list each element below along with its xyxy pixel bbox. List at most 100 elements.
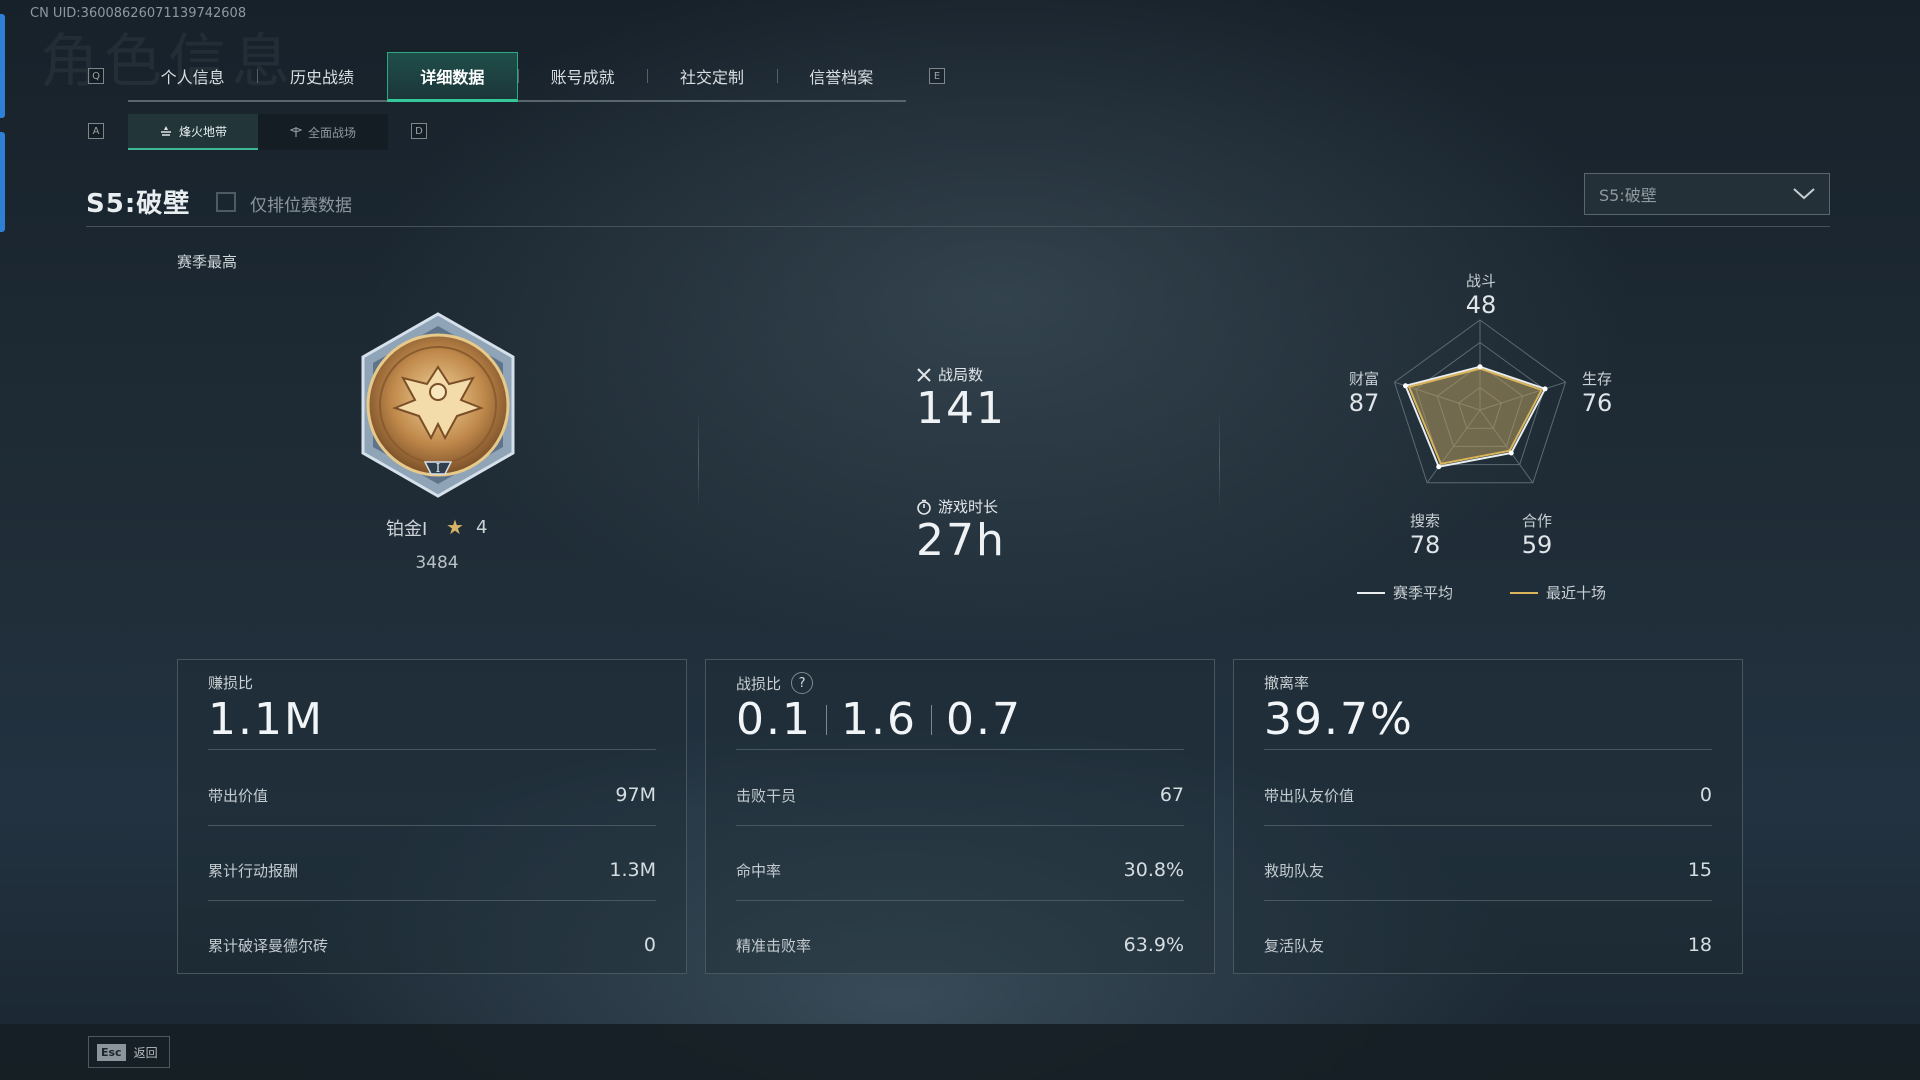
- legend-season-avg: 赛季平均: [1357, 582, 1453, 603]
- rank-score: 3484: [415, 553, 459, 573]
- uid-label: CN UID:36008626071139742608: [30, 6, 247, 21]
- tab-history[interactable]: 历史战绩: [257, 52, 386, 100]
- tab-achievements[interactable]: 账号成就: [517, 52, 647, 100]
- radar-point: [1403, 383, 1409, 389]
- ranked-only-label[interactable]: 仅排位赛数据: [250, 191, 352, 216]
- key-hint-prev-subtab: A: [88, 123, 104, 139]
- rank-emblem-icon: I: [345, 312, 531, 498]
- card-row: 精准击败率 63.9%: [736, 934, 1184, 956]
- ranked-only-checkbox[interactable]: [216, 192, 236, 212]
- subtab-operations[interactable]: 烽火地带: [128, 114, 258, 150]
- key-hint-prev-tab: Q: [88, 68, 104, 84]
- edge-indicator: [0, 132, 5, 232]
- card-main-value: 1.1M: [208, 694, 324, 745]
- matches-label: 战局数: [916, 364, 983, 385]
- card-row: 带出队友价值 0: [1264, 784, 1712, 806]
- row-label: 精准击败率: [736, 936, 812, 955]
- star-icon: ★: [446, 515, 464, 539]
- key-hint-next-tab: E: [929, 68, 945, 84]
- radar-label-survival: 生存: [1581, 370, 1612, 388]
- playtime-label: 游戏时长: [916, 496, 998, 517]
- row-value: 1.3M: [609, 859, 656, 881]
- row-label: 击败干员: [736, 786, 797, 805]
- edge-indicator: [0, 14, 5, 118]
- key-hint-next-subtab: D: [411, 123, 427, 139]
- season-dropdown-value: S5:破壁: [1599, 186, 1657, 205]
- legend-recent-ten: 最近十场: [1510, 582, 1606, 603]
- rank-tier: 铂金I: [386, 519, 428, 540]
- kd-value-2: 1.6: [840, 694, 917, 745]
- mode-tab-bar: 烽火地带 全面战场: [128, 114, 388, 150]
- playtime-value: 27h: [916, 515, 1006, 566]
- card-divider: [1264, 749, 1712, 750]
- season-high-label: 赛季最高: [177, 253, 238, 271]
- row-label: 复活队友: [1264, 936, 1325, 955]
- card-title-wrap: 战损比 ?: [736, 672, 814, 694]
- row-value: 18: [1687, 934, 1712, 956]
- crossed-swords-icon: [917, 367, 931, 382]
- card-row: 带出价值 97M: [208, 784, 656, 806]
- legend-line-season-avg: [1357, 591, 1385, 594]
- playtime-label-text: 游戏时长: [938, 498, 999, 516]
- back-button[interactable]: Esc 返回: [88, 1036, 170, 1068]
- row-value: 67: [1159, 784, 1184, 806]
- section-divider: [1219, 410, 1220, 510]
- radar-label-wealth: 财富: [1348, 370, 1379, 388]
- beacon-icon: [160, 126, 171, 136]
- back-label: 返回: [133, 1045, 158, 1060]
- subtab-warfare[interactable]: 全面战场: [258, 114, 388, 150]
- radar-value-search: 78: [1409, 531, 1441, 559]
- radar-value-survival: 76: [1581, 389, 1613, 417]
- kd-value-3: 0.7: [945, 694, 1022, 745]
- radar-value-combat: 48: [1465, 291, 1497, 319]
- row-label: 累计破译曼德尔砖: [208, 936, 329, 955]
- row-label: 带出价值: [208, 786, 269, 805]
- main-tab-bar: 个人信息 历史战绩 详细数据 账号成就 社交定制 信誉档案: [128, 52, 906, 102]
- card-row: 击败干员 67: [736, 784, 1184, 806]
- matches-value: 141: [916, 383, 1006, 434]
- season-dropdown[interactable]: S5:破壁: [1584, 173, 1830, 215]
- row-label: 命中率: [736, 861, 782, 880]
- card-title: 撤离率: [1264, 674, 1310, 692]
- matches-label-text: 战局数: [938, 366, 984, 384]
- tab-detailed-data[interactable]: 详细数据: [386, 52, 518, 102]
- card-row: 复活队友 18: [1264, 934, 1712, 956]
- card-title: 赚损比: [208, 674, 254, 692]
- row-value: 0: [643, 934, 656, 956]
- card-divider: [208, 900, 656, 901]
- value-separator: [825, 704, 827, 735]
- card-row: 救助队友 15: [1264, 859, 1712, 881]
- card-main-value: 39.7%: [1264, 694, 1414, 745]
- svg-text:I: I: [436, 461, 441, 475]
- row-value: 0: [1699, 784, 1712, 806]
- value-separator: [930, 704, 932, 735]
- footer-bar: [0, 1024, 1920, 1080]
- row-value: 97M: [615, 784, 656, 806]
- legend-season-avg-label: 赛季平均: [1393, 584, 1454, 602]
- row-label: 累计行动报酬: [208, 861, 299, 880]
- ability-radar-chart: [1393, 319, 1567, 484]
- card-profit-loss: 赚损比 1.1M 带出价值 97M 累计行动报酬 1.3M 累计破译曼德尔砖 0: [177, 659, 687, 974]
- header-divider: [86, 226, 1830, 227]
- radar-label-search: 搜索: [1409, 512, 1440, 530]
- radar-value-wealth: 87: [1348, 389, 1380, 417]
- subtab-warfare-label: 全面战场: [307, 125, 356, 140]
- radar-label-combat: 战斗: [1465, 272, 1496, 290]
- row-value: 15: [1687, 859, 1712, 881]
- flag-icon: [289, 127, 302, 137]
- tab-personal-info[interactable]: 个人信息: [128, 52, 257, 100]
- radar-point: [1477, 364, 1483, 370]
- legend-recent-label: 最近十场: [1546, 584, 1607, 602]
- tab-social[interactable]: 社交定制: [647, 52, 776, 100]
- esc-key-hint: Esc: [97, 1043, 126, 1061]
- radar-label-teamwork: 合作: [1521, 512, 1552, 530]
- subtab-operations-label: 烽火地带: [178, 124, 227, 139]
- help-icon[interactable]: ?: [791, 672, 814, 694]
- card-divider: [208, 825, 656, 826]
- card-kd-ratio: 战损比 ? 0.1 1.6 0.7 击败干员 67 命中率 30.8% 精准击败…: [705, 659, 1215, 974]
- row-value: 63.9%: [1123, 934, 1184, 956]
- tab-credit[interactable]: 信誉档案: [776, 52, 906, 100]
- card-divider: [736, 825, 1184, 826]
- stopwatch-icon: [917, 499, 931, 515]
- row-value: 30.8%: [1123, 859, 1184, 881]
